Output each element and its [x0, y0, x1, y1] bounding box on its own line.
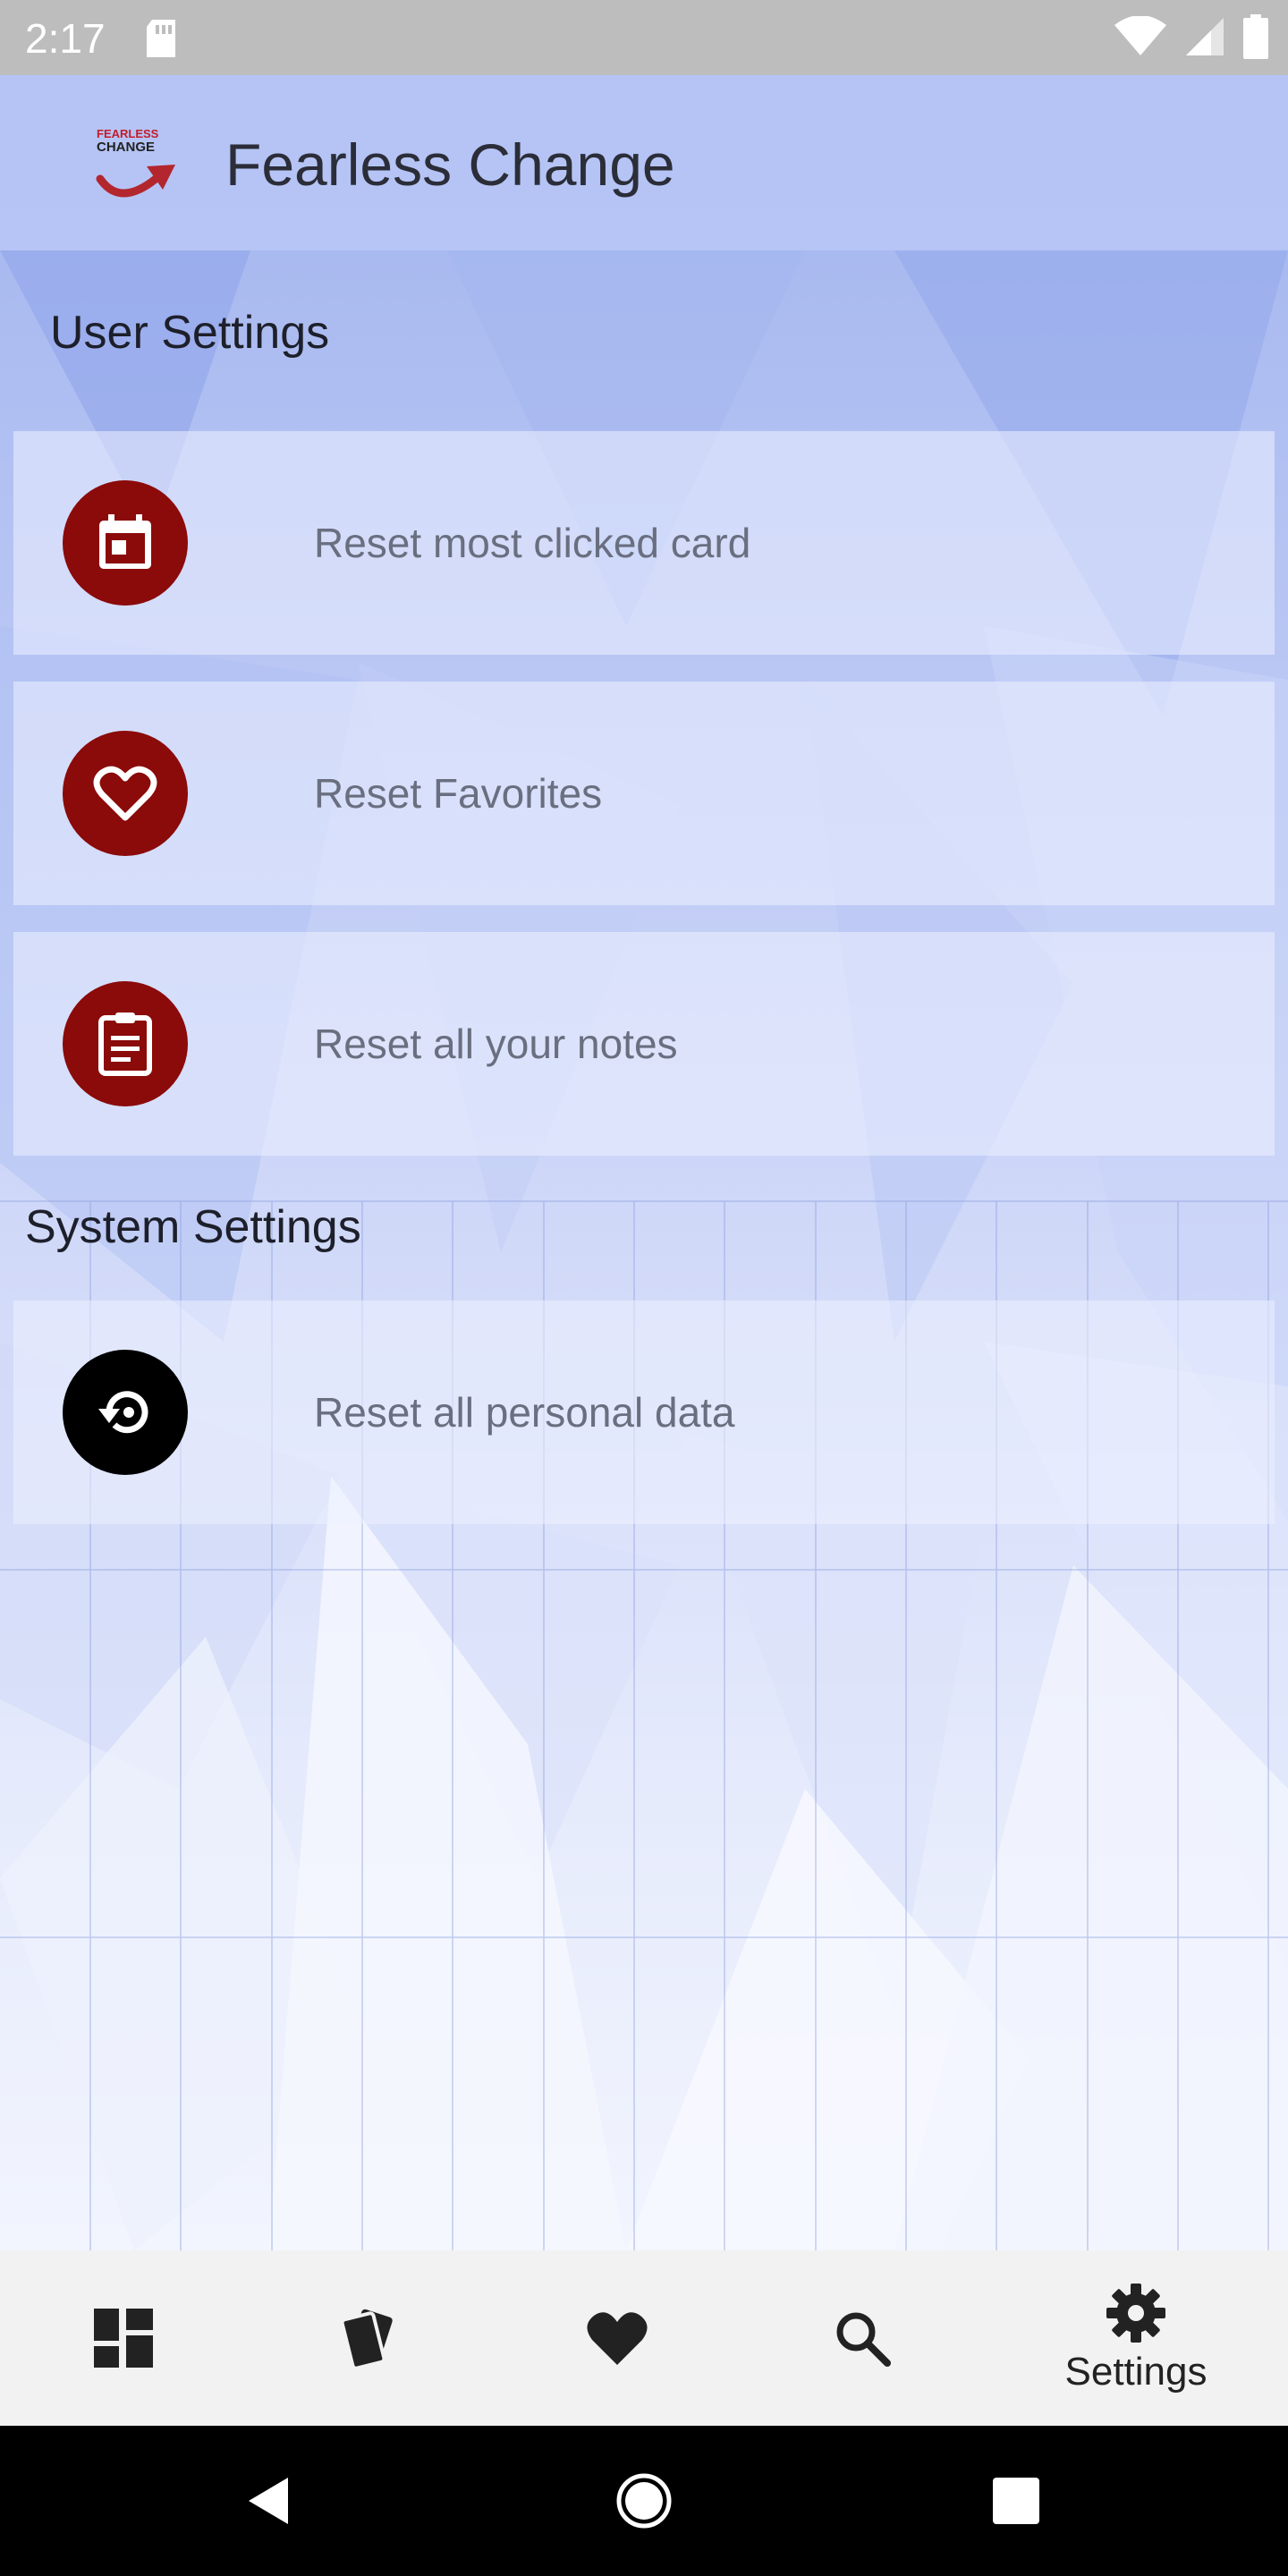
status-bar: 2:17 — [0, 0, 1288, 75]
restore-icon — [63, 1350, 188, 1475]
calendar-icon — [63, 480, 188, 606]
reset-most-clicked-card-item[interactable]: Reset most clicked card — [13, 431, 1275, 655]
dashboard-icon — [94, 2309, 153, 2368]
clipboard-icon — [63, 981, 188, 1106]
user-settings-header: User Settings — [50, 307, 330, 359]
reset-all-notes-item[interactable]: Reset all your notes — [13, 932, 1275, 1156]
reset-most-clicked-card-label: Reset most clicked card — [314, 520, 751, 566]
nav-settings[interactable]: Settings — [1029, 2250, 1243, 2426]
system-settings-header: System Settings — [25, 1201, 361, 1253]
system-navigation-bar — [0, 2426, 1288, 2576]
reset-all-personal-data-item[interactable]: Reset all personal data — [13, 1301, 1275, 1524]
nav-cards[interactable] — [299, 2250, 442, 2426]
nav-dashboard[interactable] — [52, 2250, 195, 2426]
settings-icon — [1106, 2284, 1165, 2343]
app-logo: FEARLESS CHANGE — [93, 127, 182, 208]
home-icon[interactable] — [614, 2471, 674, 2530]
background-pattern — [0, 0, 1288, 2576]
heart-outline-icon — [63, 731, 188, 856]
app-title: Fearless Change — [225, 131, 675, 198]
heart-icon — [587, 2312, 648, 2365]
battery-icon — [1243, 14, 1268, 59]
bottom-navigation: Settings — [0, 2250, 1288, 2426]
nav-settings-label: Settings — [1064, 2350, 1208, 2394]
reset-all-notes-label: Reset all your notes — [314, 1021, 678, 1067]
recents-icon[interactable] — [993, 2478, 1039, 2524]
nav-favorites[interactable] — [546, 2250, 689, 2426]
reset-favorites-label: Reset Favorites — [314, 770, 603, 817]
search-icon — [836, 2312, 891, 2367]
back-icon[interactable] — [243, 2474, 297, 2528]
reset-all-personal-data-label: Reset all personal data — [314, 1389, 735, 1436]
cards-icon — [340, 2309, 393, 2369]
reset-favorites-item[interactable]: Reset Favorites — [13, 682, 1275, 905]
app-bar: FEARLESS CHANGE Fearless Change — [0, 75, 1288, 250]
wifi-icon — [1114, 16, 1166, 55]
cell-signal-icon — [1186, 18, 1224, 55]
logo-arrow-icon — [96, 165, 175, 198]
sd-card-icon — [147, 20, 175, 57]
status-time: 2:17 — [25, 15, 106, 62]
nav-search[interactable] — [791, 2250, 934, 2426]
